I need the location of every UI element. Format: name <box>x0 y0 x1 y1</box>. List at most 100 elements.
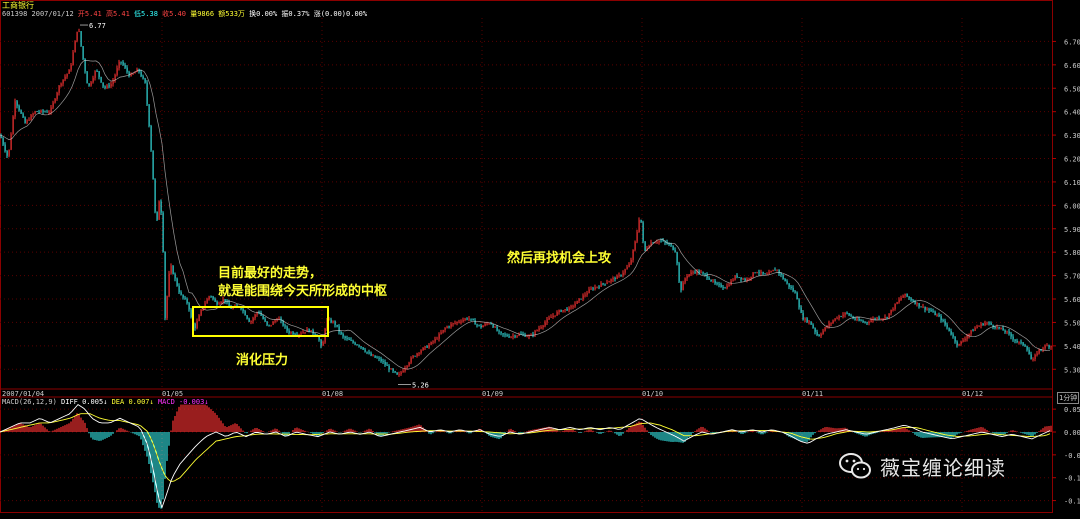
candle-body <box>162 212 164 252</box>
candle-body <box>820 334 822 337</box>
candle-body <box>248 318 250 322</box>
candle-body <box>962 340 964 342</box>
candle-body <box>80 31 82 47</box>
candle-body <box>288 330 290 333</box>
candle-body <box>608 281 610 283</box>
candle-body <box>1012 336 1014 340</box>
candle-body <box>784 278 786 282</box>
candle-body <box>1046 345 1048 347</box>
candle-body <box>1038 349 1040 354</box>
candle-body <box>320 339 322 346</box>
candle-body <box>106 85 108 88</box>
candle-body <box>396 372 398 375</box>
candle-body <box>436 338 438 340</box>
candle-body <box>780 273 782 276</box>
candle-body <box>814 328 816 332</box>
candle-body <box>124 64 126 68</box>
candle-body <box>502 333 504 335</box>
price-tick-label: 5.40 <box>1064 343 1080 351</box>
candle-body <box>390 368 392 370</box>
candle-body <box>642 222 644 242</box>
candle-body <box>850 315 852 317</box>
candle-body <box>516 335 518 337</box>
candle-body <box>322 342 324 346</box>
candle-body <box>1020 341 1022 343</box>
candle-body <box>534 330 536 335</box>
candle-body <box>1004 330 1006 332</box>
candle-body <box>702 272 704 274</box>
candle-body <box>772 269 774 272</box>
candle-body <box>668 243 670 245</box>
candle-body <box>878 317 880 319</box>
time-tick-label: 01/11 <box>802 390 823 398</box>
candle-body <box>676 252 678 264</box>
candle-body <box>950 331 952 335</box>
candle-body <box>838 316 840 319</box>
candle-body <box>578 298 580 301</box>
candle-body <box>1008 331 1010 334</box>
candle-body <box>844 312 846 315</box>
candle-body <box>712 280 714 282</box>
candle-body <box>656 242 658 243</box>
candle-body <box>8 149 10 156</box>
candle-body <box>1036 353 1038 356</box>
candle-body <box>708 277 710 280</box>
candle-body <box>942 320 944 322</box>
candle-body <box>1050 346 1052 348</box>
candle-body <box>540 327 542 329</box>
annotation-line1: 目前最好的走势， <box>218 266 323 281</box>
price-tick-label: 5.80 <box>1064 249 1080 257</box>
header-item-5: 额533万 <box>218 10 250 18</box>
candle-body <box>1042 348 1044 350</box>
candle-body <box>170 265 172 274</box>
candle-body <box>716 283 718 285</box>
candle-body <box>290 332 292 334</box>
candle-body <box>550 317 552 318</box>
candle-body <box>686 275 688 279</box>
candle-body <box>628 264 630 267</box>
candle-body <box>782 275 784 279</box>
candle-body <box>636 232 638 242</box>
candle-body <box>484 324 486 326</box>
candle-body <box>380 358 382 362</box>
macd-item-2: DEA 0.007↓ <box>111 398 158 406</box>
candle-body <box>586 293 588 295</box>
candle-body <box>304 331 306 333</box>
candle-body <box>506 334 508 337</box>
candle-body <box>934 311 936 316</box>
period-label[interactable]: 1分钟 <box>1057 392 1080 404</box>
time-tick-label: 01/08 <box>322 390 343 398</box>
candle-body <box>860 320 862 322</box>
candle-body <box>770 271 772 273</box>
candle-body <box>620 275 622 276</box>
candle-body <box>928 309 930 311</box>
candle-body <box>572 306 574 308</box>
candle-body <box>644 241 646 251</box>
candle-body <box>400 372 402 374</box>
candle-body <box>88 83 90 86</box>
candle-body <box>544 322 546 326</box>
candle-body <box>512 335 514 337</box>
candle-body <box>998 326 1000 329</box>
annotation-pressure: 消化压力 <box>236 353 289 368</box>
candle-body <box>974 327 976 331</box>
candle-body <box>16 101 18 106</box>
header-item-0: 开5.41 <box>77 10 106 18</box>
candle-body <box>228 302 230 307</box>
candle-body <box>728 285 730 286</box>
candle-body <box>504 334 506 336</box>
candle-body <box>198 315 200 322</box>
candle-body <box>658 240 660 243</box>
candle-body <box>118 61 120 69</box>
candle-body <box>1030 354 1032 360</box>
candle-body <box>174 274 176 279</box>
candle-body <box>64 76 66 80</box>
candle-body <box>494 326 496 328</box>
candle-body <box>944 320 946 325</box>
candle-body <box>930 310 932 312</box>
price-tick-label: 6.70 <box>1064 38 1080 46</box>
candle-body <box>472 318 474 321</box>
candle-body <box>68 69 70 74</box>
candle-body <box>392 368 394 372</box>
candle-body <box>414 355 416 357</box>
